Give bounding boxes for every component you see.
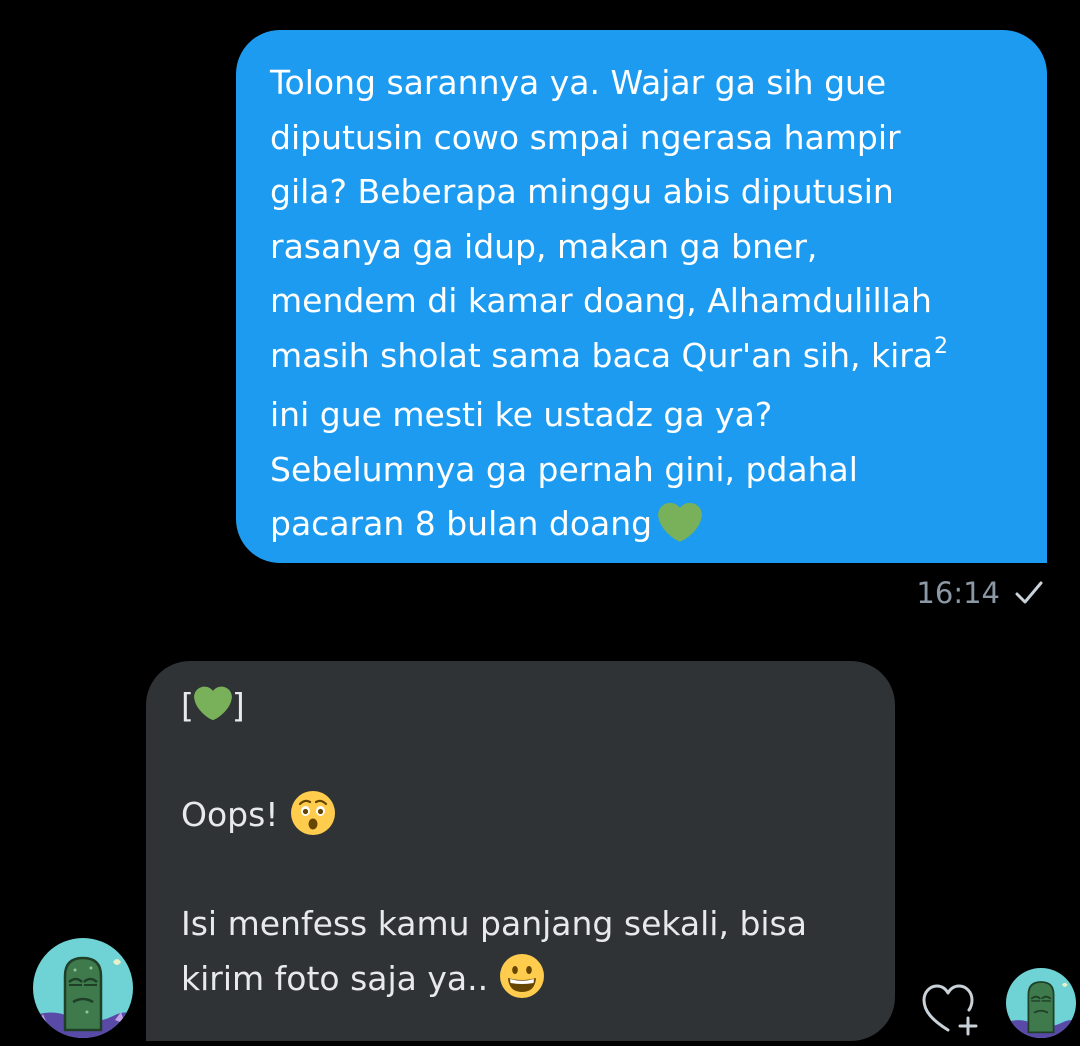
message-line: Isi menfess kamu panjang sekali, bisa xyxy=(181,904,807,943)
check-icon xyxy=(1015,581,1043,604)
green-heart-emoji xyxy=(193,686,232,720)
heart-plus-icon[interactable] xyxy=(918,978,982,1038)
incoming-message-bubble[interactable]: [] Oops! Isi menfess kamu panjang sekali… xyxy=(146,661,895,1041)
message-line: Sebelumnya ga pernah gini, pdahal xyxy=(270,449,858,489)
message-line: gila? Beberapa minggu abis diputusin xyxy=(270,172,894,211)
message-text: masih sholat sama baca Qur'an sih, kira xyxy=(270,335,934,375)
message-line: Tolong sarannya ya. Wajar ga sih gue xyxy=(270,63,887,102)
outgoing-message-bubble[interactable]: Tolong sarannya ya. Wajar ga sih gue dip… xyxy=(236,30,1047,563)
message-line-with-superscript: masih sholat sama baca Qur'an sih, kira2 xyxy=(270,329,1007,389)
read-receipt-avatar xyxy=(1006,968,1076,1038)
sender-avatar[interactable] xyxy=(33,938,133,1038)
grinning-face-emoji xyxy=(500,954,545,998)
avatar-cartoon xyxy=(1006,968,1076,1038)
astonished-face-emoji xyxy=(290,790,335,835)
bracket-close: ] xyxy=(231,686,245,725)
avatar-cartoon xyxy=(33,938,133,1038)
message-line-with-emoji: pacaran 8 bulan doang xyxy=(270,497,1007,552)
message-line-with-emoji: kirim foto saja ya.. xyxy=(181,952,865,1007)
message-text: pacaran 8 bulan doang xyxy=(270,504,653,543)
message-line: diputusin cowo smpai ngerasa hampir xyxy=(270,117,901,157)
superscript: 2 xyxy=(934,333,949,359)
message-meta: 16:14 xyxy=(916,573,1044,613)
bracket-open: [ xyxy=(181,686,194,725)
message-text: Oops! xyxy=(181,795,279,834)
message-text: kirim foto saja ya.. xyxy=(181,958,489,998)
timestamp: 16:14 xyxy=(916,576,1000,610)
green-heart-emoji xyxy=(658,502,702,542)
message-line: ini gue mesti ke ustadz ga ya? xyxy=(270,395,773,434)
message-line: rasanya ga idup, makan ga bner, xyxy=(270,226,818,266)
bracket-heart-line: [] xyxy=(181,679,865,734)
message-line: mendem di kamar doang, Alhamdulillah xyxy=(270,281,932,320)
oops-line: Oops! xyxy=(181,788,865,843)
